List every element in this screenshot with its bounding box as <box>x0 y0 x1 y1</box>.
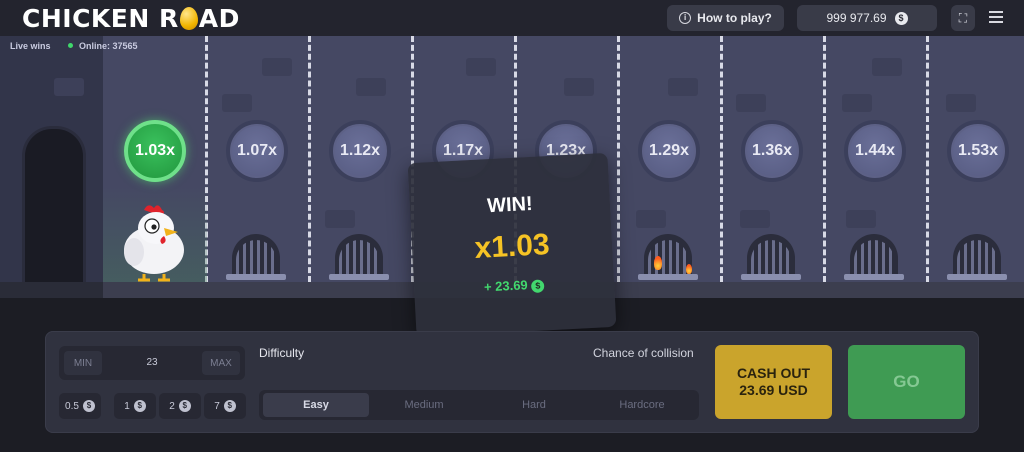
fullscreen-button[interactable]: ⛶ <box>951 5 975 31</box>
cash-out-amount: 23.69 USD <box>739 382 808 398</box>
difficulty-hardcore-tab[interactable]: Hardcore <box>589 393 695 417</box>
flame-icon <box>654 256 662 270</box>
logo-text-right: AD <box>198 4 240 33</box>
live-wins-label[interactable]: Live wins <box>10 41 51 51</box>
game-logo: CHICKEN R AD <box>22 4 240 33</box>
difficulty-medium-tab[interactable]: Medium <box>371 393 477 417</box>
wall-brick <box>872 58 902 76</box>
multiplier-coin-lane-6[interactable]: 1.29x <box>638 120 700 182</box>
wall-brick <box>636 210 666 228</box>
wall-brick <box>842 94 872 112</box>
quick-bet-button[interactable]: 0.5 $ <box>59 393 101 419</box>
wall-brick <box>54 78 84 96</box>
balance-display: 999 977.69 $ <box>797 5 937 31</box>
lane-divider <box>823 36 826 282</box>
info-icon: i <box>679 12 692 24</box>
wall-brick <box>846 210 876 228</box>
wall-brick <box>262 58 292 76</box>
dollar-coin-icon: $ <box>894 11 908 25</box>
multiplier-coin-lane-1: 1.03x <box>124 120 186 182</box>
sewer-grate <box>741 234 801 280</box>
lane-divider <box>926 36 929 282</box>
multiplier-coin-lane-9[interactable]: 1.53x <box>947 120 1009 182</box>
wall-brick <box>356 78 386 96</box>
wall-brick <box>325 210 355 228</box>
win-multiplier: x1.03 <box>473 228 551 265</box>
logo-text-left: CHICKEN R <box>22 4 179 33</box>
top-bar: CHICKEN R AD i How to play? 999 977.69 $ … <box>0 0 1024 36</box>
difficulty-easy-tab[interactable]: Easy <box>263 393 369 417</box>
quick-bet-button[interactable]: 2 $ <box>159 393 201 419</box>
cash-out-label: CASH OUT <box>736 365 811 381</box>
fullscreen-icon: ⛶ <box>958 10 968 25</box>
menu-button[interactable] <box>987 8 1005 28</box>
win-amount: + 23.69 $ <box>414 273 615 299</box>
sewer-grate <box>844 234 904 280</box>
wall-brick <box>564 78 594 96</box>
dollar-coin-icon: $ <box>223 400 236 412</box>
menu-icon <box>989 11 1003 13</box>
wall-brick <box>222 94 252 112</box>
wall-brick <box>466 58 496 76</box>
cash-out-button[interactable]: CASH OUT 23.69 USD <box>715 345 832 419</box>
dollar-coin-icon: $ <box>133 400 146 412</box>
online-count: Online: 37565 <box>68 41 138 51</box>
sewer-grate <box>947 234 1007 280</box>
how-to-play-button[interactable]: i How to play? <box>667 5 784 31</box>
sewer-grate <box>226 234 286 280</box>
bet-amount-input[interactable]: 23 <box>109 346 195 380</box>
difficulty-selector: Easy Medium Hard Hardcore <box>259 390 699 420</box>
egg-icon <box>179 7 198 30</box>
go-button[interactable]: GO <box>848 345 965 419</box>
start-doorway <box>22 126 86 289</box>
difficulty-label: Difficulty <box>259 346 305 360</box>
dollar-coin-icon: $ <box>82 400 95 412</box>
difficulty-hard-tab[interactable]: Hard <box>481 393 587 417</box>
how-to-play-label: How to play? <box>697 11 772 25</box>
sewer-grate-fire <box>638 234 698 280</box>
win-popup: WIN! x1.03 + 23.69 $ <box>407 152 617 338</box>
wall-brick <box>736 94 766 112</box>
lane-divider <box>720 36 723 282</box>
multiplier-coin-lane-8[interactable]: 1.44x <box>844 120 906 182</box>
quick-bet-button[interactable]: 7 $ <box>204 393 246 419</box>
sewer-grate <box>329 234 389 280</box>
dollar-coin-icon: $ <box>531 279 545 294</box>
win-amount-value: + 23.69 <box>483 277 529 295</box>
wall-brick <box>946 94 976 112</box>
flame-icon <box>686 264 692 274</box>
multiplier-coin-lane-7[interactable]: 1.36x <box>741 120 803 182</box>
bet-amount-control: MIN 23 MAX <box>59 346 245 380</box>
chance-of-collision-label: Chance of collision <box>593 346 694 360</box>
balance-value: 999 977.69 <box>826 11 887 25</box>
bet-max-button[interactable]: MAX <box>202 351 240 375</box>
online-dot-icon <box>68 43 73 48</box>
multiplier-coin-lane-3[interactable]: 1.12x <box>329 120 391 182</box>
chicken-character <box>124 205 184 282</box>
wall-brick <box>668 78 698 96</box>
multiplier-coin-lane-2[interactable]: 1.07x <box>226 120 288 182</box>
bet-control-panel: MIN 23 MAX 0.5 $ 1 $ 2 $ 7 $ Difficulty Chan… <box>45 331 979 433</box>
dollar-coin-icon: $ <box>178 400 191 412</box>
start-ground <box>0 282 103 298</box>
quick-bet-button[interactable]: 1 $ <box>114 393 156 419</box>
lane-divider <box>308 36 311 282</box>
wall-brick <box>740 210 770 228</box>
bet-min-button[interactable]: MIN <box>64 351 102 375</box>
win-title: WIN! <box>486 192 534 218</box>
lane-divider <box>617 36 620 282</box>
